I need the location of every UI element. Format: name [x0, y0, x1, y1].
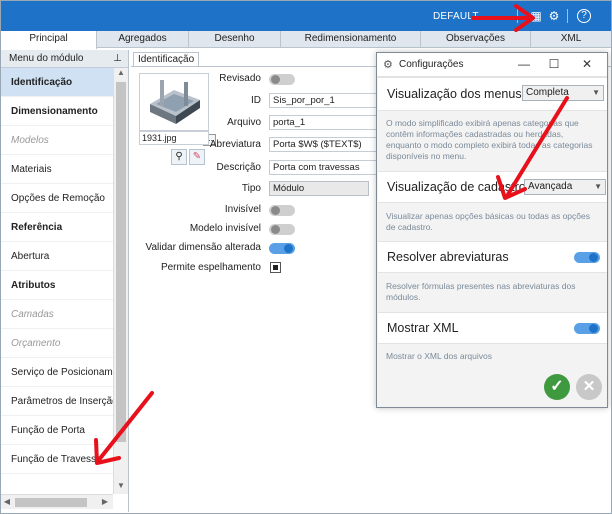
- sidebar-item-orcamento[interactable]: Orçamento: [1, 329, 113, 358]
- minimize-icon[interactable]: —: [517, 57, 531, 71]
- maximize-icon[interactable]: ☐: [547, 57, 561, 71]
- sidebar-item-parametros-de-insercao[interactable]: Parâmetros de Inserção: [1, 387, 113, 416]
- cadastro-select[interactable]: Avançada ▼: [524, 179, 606, 195]
- xml-setting-row: Mostrar XML: [378, 312, 607, 344]
- module-menu-header: Menu do módulo ⊥: [1, 50, 128, 68]
- gears-icon: ⚙: [383, 59, 393, 71]
- separator: [517, 9, 518, 23]
- descricao-label: Descrição: [216, 162, 261, 173]
- menus-setting-row: Visualização dos menus Completa ▼: [378, 77, 607, 111]
- sidebar-item-opcoes-de-remocao[interactable]: Opções de Remoção: [1, 184, 113, 213]
- module-menu-panel: Menu do módulo ⊥ Identificação Dimensiona…: [1, 50, 129, 512]
- arquivo-input[interactable]: porta_1: [269, 115, 379, 130]
- sidebar-item-abertura[interactable]: Abertura: [1, 242, 113, 271]
- validar-label: Validar dimensão alterada: [145, 242, 261, 253]
- menus-select-value: Completa: [526, 87, 569, 98]
- sidebar-item-funcao-de-porta[interactable]: Função de Porta: [1, 416, 113, 445]
- chevron-down-icon: ▼: [594, 182, 602, 191]
- module-menu-list: Identificação Dimensionamento Modelos Mater…: [1, 68, 113, 494]
- vertical-scrollbar[interactable]: ▲ ▼: [113, 68, 128, 494]
- cadastro-setting-row: Visualização de cadastro Avançada ▼: [378, 171, 607, 203]
- tab-principal[interactable]: Principal: [1, 31, 97, 49]
- cadastro-setting-label: Visualização de cadastro: [387, 180, 526, 194]
- menus-description: O modo simplificado exibirá apenas categ…: [386, 118, 593, 161]
- tab-observacoes[interactable]: Observações: [421, 31, 531, 48]
- main-tabs: Principal Agregados Desenho Redimensiona…: [1, 31, 611, 49]
- tipo-select[interactable]: Módulo: [269, 181, 369, 196]
- sidebar-item-funcao-de-travessa[interactable]: Função de Travessa: [1, 445, 113, 474]
- scroll-left-icon[interactable]: ◀: [1, 495, 13, 509]
- revisado-label: Revisado: [219, 73, 261, 84]
- scroll-right-icon[interactable]: ▶: [99, 495, 111, 509]
- close-icon[interactable]: ✕: [580, 57, 594, 71]
- tab-redimensionamento[interactable]: Redimensionamento: [281, 31, 421, 48]
- gears-icon[interactable]: ⚙: [547, 9, 561, 23]
- tab-xml[interactable]: XML: [531, 31, 611, 48]
- invisivel-label: Invisível: [224, 204, 261, 215]
- id-input[interactable]: Sis_por_por_1: [269, 93, 379, 108]
- module-menu-title: Menu do módulo: [9, 53, 84, 64]
- abreviatura-label: Abreviatura: [209, 139, 261, 150]
- xml-setting-label: Mostrar XML: [387, 321, 459, 335]
- tab-agregados[interactable]: Agregados: [97, 31, 189, 48]
- espelhamento-checkbox[interactable]: [270, 262, 281, 273]
- cancel-button[interactable]: ✕: [576, 374, 602, 400]
- settings-dialog: ⚙ Configurações — ☐ ✕ Visualização dos m…: [376, 52, 608, 408]
- cadastro-description: Visualizar apenas opções básicas ou toda…: [386, 211, 590, 232]
- espelhamento-label: Permite espelhamento: [160, 262, 261, 273]
- abreviaturas-description: Resolver fórmulas presentes nas abreviat…: [386, 281, 576, 302]
- arquivo-label: Arquivo: [227, 117, 261, 128]
- subtab-identificacao[interactable]: Identificação: [133, 52, 200, 67]
- top-bar: DEFAULT ▦ ⚙ ?: [1, 1, 611, 31]
- modelo-invisivel-toggle[interactable]: [269, 224, 295, 235]
- sidebar-item-atributos[interactable]: Atributos: [1, 271, 113, 300]
- abreviaturas-setting-label: Resolver abreviaturas: [387, 250, 509, 264]
- chevron-down-icon: ▼: [592, 88, 600, 97]
- help-icon[interactable]: ?: [577, 9, 591, 23]
- xml-description: Mostrar o XML dos arquivos: [386, 351, 492, 361]
- sidebar-item-servico-de-posicionamento[interactable]: Serviço de Posicionamento: [1, 358, 113, 387]
- sidebar-item-modelos[interactable]: Modelos: [1, 126, 113, 155]
- xml-toggle[interactable]: [574, 323, 600, 334]
- scroll-thumb[interactable]: [15, 498, 87, 507]
- tipo-label: Tipo: [241, 183, 261, 194]
- modelo-invisivel-label: Modelo invisível: [189, 223, 261, 234]
- dialog-title: Configurações: [399, 59, 464, 70]
- scroll-up-icon[interactable]: ▲: [114, 68, 128, 80]
- cadastro-select-value: Avançada: [528, 181, 573, 192]
- grid-icon[interactable]: ▦: [529, 9, 543, 23]
- confirm-button[interactable]: ✓: [544, 374, 570, 400]
- sidebar-item-materiais[interactable]: Materiais: [1, 155, 113, 184]
- validar-toggle[interactable]: [269, 243, 295, 254]
- tab-desenho[interactable]: Desenho: [189, 31, 281, 48]
- menus-setting-label: Visualização dos menus: [387, 87, 522, 101]
- sidebar-item-referencia[interactable]: Referência: [1, 213, 113, 242]
- id-label: ID: [251, 95, 261, 106]
- abreviaturas-setting-row: Resolver abreviaturas: [378, 241, 607, 273]
- invisivel-toggle[interactable]: [269, 205, 295, 216]
- revisado-toggle[interactable]: [269, 74, 295, 85]
- sidebar-item-camadas[interactable]: Camadas: [1, 300, 113, 329]
- separator: [567, 9, 568, 23]
- sidebar-item-dimensionamento[interactable]: Dimensionamento: [1, 97, 113, 126]
- dialog-titlebar: ⚙ Configurações — ☐ ✕: [377, 53, 607, 77]
- profile-label[interactable]: DEFAULT: [433, 11, 479, 22]
- sidebar-item-identificacao[interactable]: Identificação: [1, 68, 113, 97]
- scroll-thumb[interactable]: [116, 82, 126, 442]
- horizontal-scrollbar[interactable]: ◀ ▶: [1, 494, 113, 509]
- abreviaturas-toggle[interactable]: [574, 252, 600, 263]
- menus-select[interactable]: Completa ▼: [522, 85, 604, 101]
- abreviatura-input[interactable]: Porta $W$ ($TEXT$): [269, 137, 379, 152]
- descricao-input[interactable]: Porta com travessas: [269, 160, 379, 175]
- pin-icon[interactable]: ⊥: [113, 53, 122, 64]
- scroll-down-icon[interactable]: ▼: [114, 481, 128, 493]
